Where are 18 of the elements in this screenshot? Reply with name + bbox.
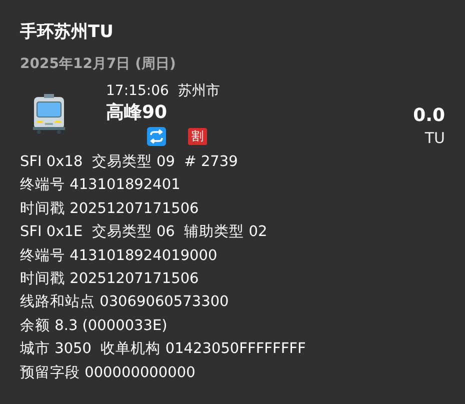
detail-line: 余额 8.3 (0000033E) [20,316,168,336]
detail-line: SFI 0x18 交易类型 09 # 2739 [20,152,239,172]
detail-line: 终端号 413101892401 [20,176,182,196]
detail-line: 时间戳 20251207171506 [20,200,200,219]
amount: 0.0 [413,104,445,128]
detail-line: 时间戳 20251207171506 [20,270,200,290]
time-text: 17:15:06 [106,83,169,99]
card-title: 手环苏州TU [20,21,114,44]
detail-line: 预留字段 000000000000 [20,364,196,383]
route-name: 高峰90 [106,101,168,125]
city-text: 苏州市 [178,83,220,99]
detail-line: 终端号 4131018924019000 [20,246,218,266]
detail-line: 城市 3050 收单机构 01423050FFFFFFFF [20,340,307,360]
date-heading: 2025年12月7日 (周日) [20,55,177,74]
detail-line: SFI 0x1E 交易类型 06 辅助类型 02 [20,222,268,242]
currency: TU [424,128,445,148]
discount-badge: 割 [188,128,207,145]
detail-line: 线路和站点 03069060573300 [20,293,230,312]
